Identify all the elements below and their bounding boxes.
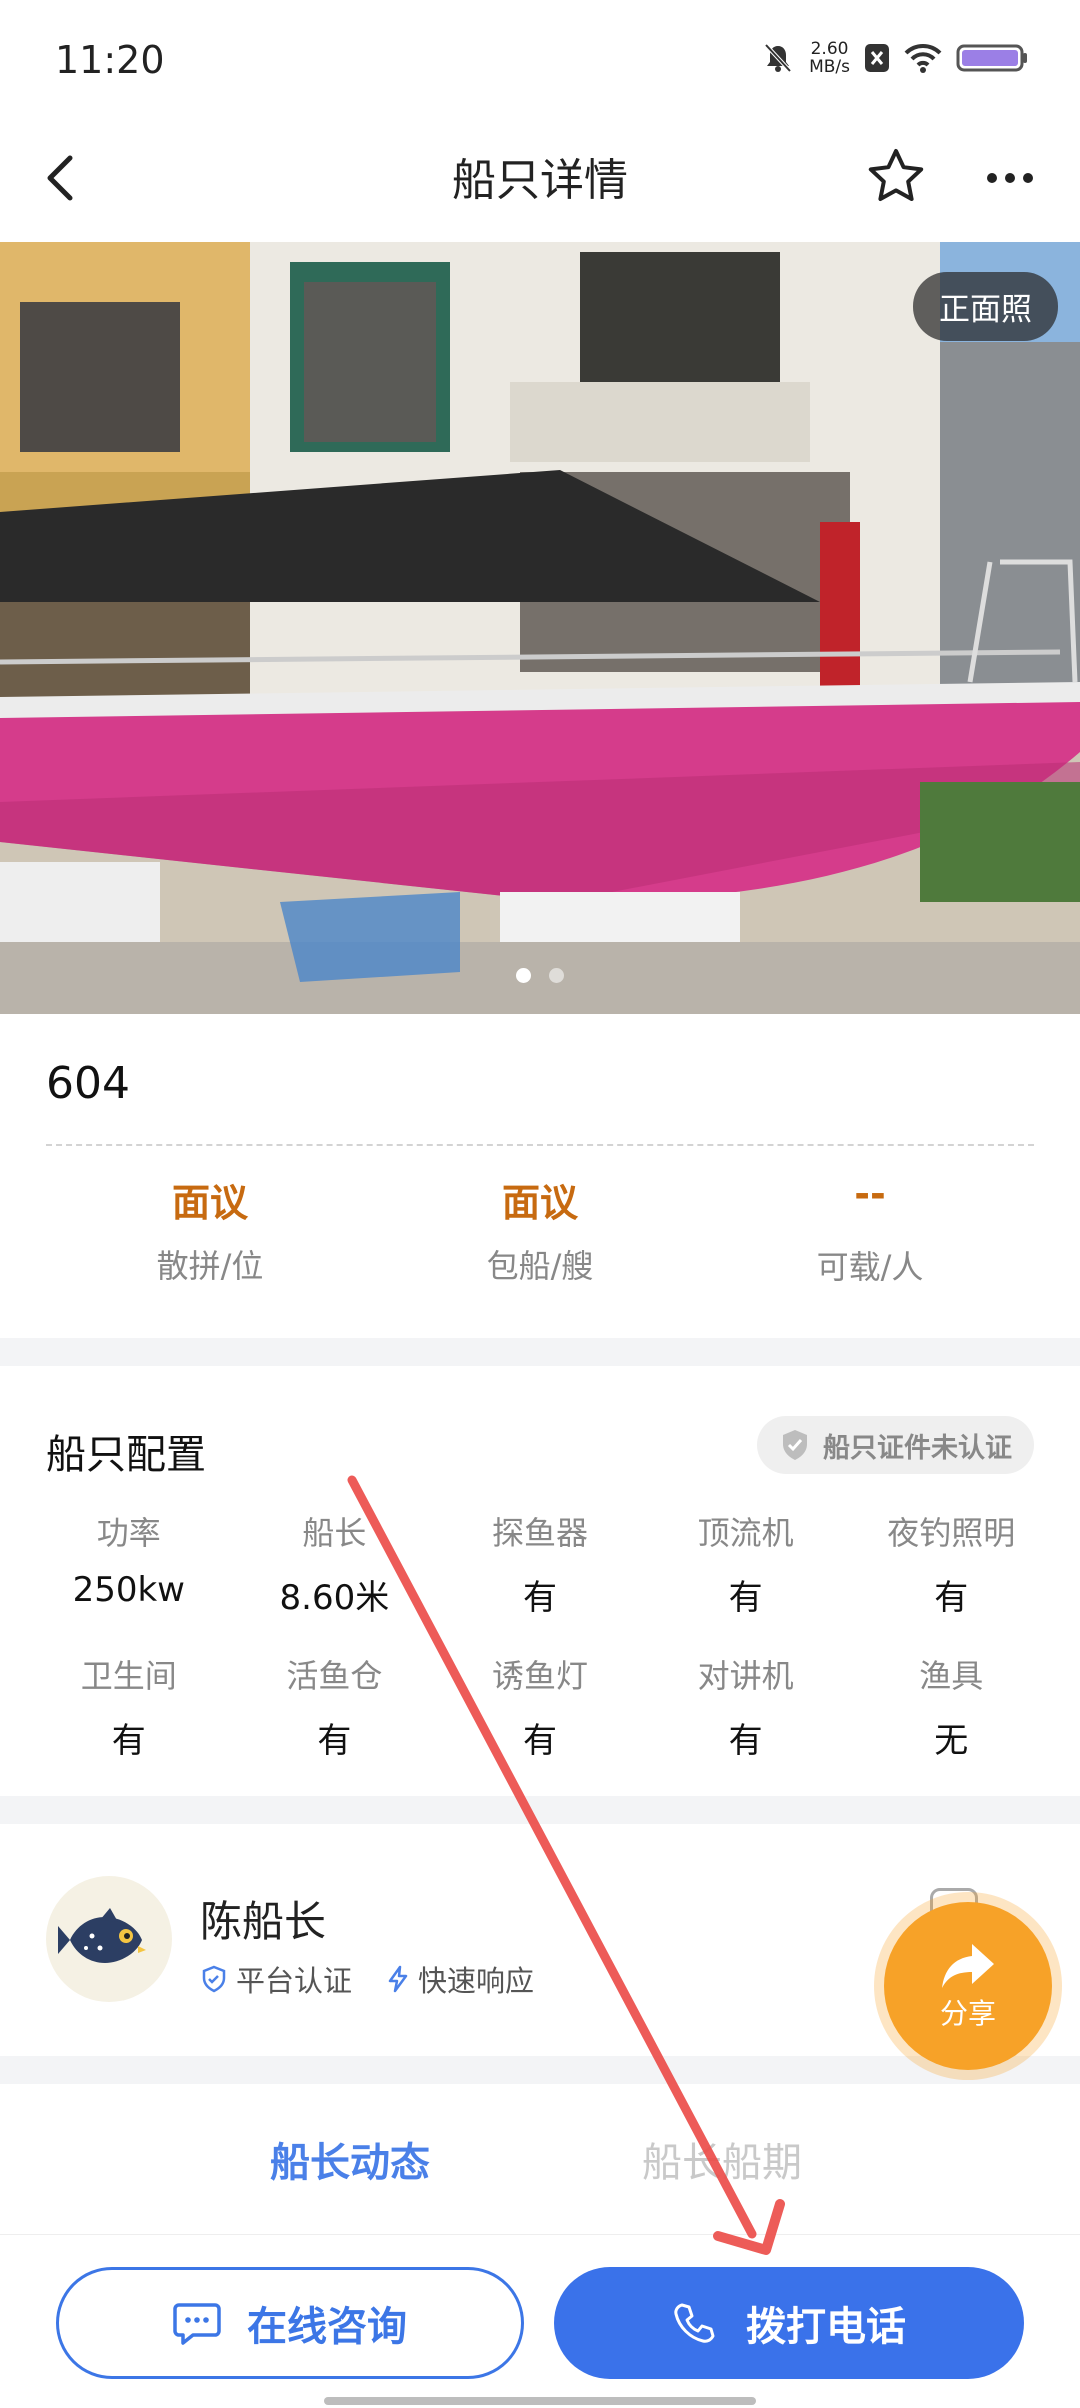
boat-name: 604	[46, 1058, 130, 1109]
spec-label: 夜钓照明	[887, 1514, 1016, 1552]
spec-label: 船长	[302, 1514, 367, 1552]
spec-fish-finder: 探鱼器有	[437, 1508, 643, 1619]
certificate-shield-icon	[783, 1430, 807, 1460]
carousel-indicator	[516, 968, 564, 983]
online-consult-label: 在线咨询	[247, 2304, 407, 2350]
speed-unit: MB/s	[809, 57, 850, 77]
boat-config-card: 船只配置 船只证件未认证 功率 250kw 船长 8.60米 探鱼器有 顶流机有 夜…	[0, 1366, 1080, 1796]
bottom-action-bar: 在线咨询 拨打电话	[0, 2234, 1080, 2408]
home-indicator[interactable]	[324, 2397, 756, 2405]
spec-value: 有	[728, 1721, 763, 1761]
status-bar: 11:20 2.60 MB/s	[0, 0, 1080, 120]
spec-power: 功率 250kw	[26, 1508, 232, 1619]
carousel-dot	[549, 968, 564, 983]
lightning-icon	[388, 1965, 408, 1993]
spec-label: 活鱼仓	[286, 1657, 383, 1695]
share-button[interactable]: 分享	[884, 1902, 1052, 2070]
fish-avatar-icon	[58, 1908, 146, 1963]
spec-value: 有	[728, 1578, 763, 1618]
shield-check-icon	[202, 1965, 226, 1993]
spec-fishing-gear: 渔具无	[848, 1651, 1054, 1762]
capacity: -- 可载/人	[700, 1172, 1040, 1288]
spec-value: 有	[317, 1721, 352, 1761]
price-shared: 面议 散拼/位	[40, 1172, 380, 1287]
boat-detail-page: 11:20 2.60 MB/s 船只详情 正面照 604 面议 散拼/位 面议 …	[0, 0, 1080, 2408]
favorite-star-icon[interactable]	[864, 145, 928, 209]
capacity-value: --	[854, 1172, 886, 1216]
spec-value: 有	[934, 1578, 969, 1618]
call-label: 拨打电话	[746, 2304, 906, 2350]
spec-grid: 功率 250kw 船长 8.60米 探鱼器有 顶流机有 夜钓照明有 卫生间有 活鱼仓…	[26, 1508, 1054, 1762]
spec-value: 8.60米	[279, 1578, 390, 1618]
fast-response-label: 快速响应	[418, 1964, 535, 1998]
captain-card[interactable]: 陈船长 平台认证 快速响应 分享	[0, 1824, 1080, 2070]
chat-bubble-icon	[173, 2303, 221, 2345]
spec-label: 诱鱼灯	[491, 1657, 588, 1695]
mute-bell-icon	[764, 43, 792, 73]
spec-value: 250kw	[72, 1570, 185, 1610]
spec-label: 渔具	[919, 1657, 984, 1695]
speed-value: 2.60	[810, 39, 849, 59]
spec-label: 探鱼器	[491, 1514, 588, 1552]
battery-icon	[956, 44, 1027, 72]
spec-current-engine: 顶流机有	[643, 1508, 849, 1619]
status-icons: 2.60 MB/s	[761, 40, 1028, 76]
spec-label: 功率	[96, 1514, 161, 1552]
status-time: 11:20	[55, 38, 165, 82]
price-label: 包船/艘	[486, 1247, 594, 1285]
cert-status-label: 船只证件未认证	[823, 1432, 1012, 1464]
boat-photo	[0, 242, 1080, 1014]
sim-disabled-icon	[865, 44, 889, 72]
price-charter: 面议 包船/艘	[370, 1172, 710, 1287]
photo-tag: 正面照	[913, 272, 1058, 341]
verified-tag: 平台认证	[200, 1958, 352, 2000]
tab-captain-posts[interactable]: 船长动态	[270, 2130, 430, 2188]
spec-toilet: 卫生间有	[26, 1651, 232, 1762]
carousel-dot-active	[516, 968, 531, 983]
spec-label: 对讲机	[697, 1657, 794, 1695]
spec-value: 有	[111, 1721, 146, 1761]
spec-value: 有	[522, 1578, 557, 1618]
call-button[interactable]: 拨打电话	[554, 2267, 1024, 2379]
dashed-divider	[46, 1144, 1034, 1146]
phone-icon	[674, 2303, 715, 2343]
nav-bar: 船只详情	[0, 120, 1080, 242]
avatar[interactable]	[46, 1876, 172, 2002]
spec-night-light: 夜钓照明有	[848, 1508, 1054, 1619]
boat-info-card: 604 面议 散拼/位 面议 包船/艘 -- 可载/人	[0, 1014, 1080, 1338]
price-label: 散拼/位	[156, 1247, 264, 1285]
capacity-label: 可载/人	[816, 1248, 924, 1286]
spec-live-well: 活鱼仓有	[232, 1651, 438, 1762]
captain-name: 陈船长	[200, 1897, 327, 1946]
boat-photo-carousel[interactable]: 正面照	[0, 242, 1080, 1014]
spec-value: 有	[522, 1721, 557, 1761]
more-options-icon[interactable]	[980, 148, 1040, 208]
online-consult-button[interactable]: 在线咨询	[56, 2267, 524, 2379]
share-arrow-icon	[942, 1944, 994, 1988]
spec-fish-lamp: 诱鱼灯有	[437, 1651, 643, 1762]
spec-walkie-talkie: 对讲机有	[643, 1651, 849, 1762]
price-value: 面议	[501, 1181, 578, 1225]
wifi-icon	[904, 43, 942, 73]
spec-label: 顶流机	[697, 1514, 794, 1552]
captain-tags: 平台认证 快速响应	[200, 1958, 534, 2000]
price-value: 面议	[171, 1181, 248, 1225]
config-title: 船只配置	[46, 1432, 206, 1478]
verified-label: 平台认证	[236, 1964, 353, 1998]
share-label: 分享	[939, 1997, 996, 2030]
network-speed: 2.60 MB/s	[809, 40, 850, 76]
spec-label: 卫生间	[80, 1657, 177, 1695]
spec-length: 船长 8.60米	[232, 1508, 438, 1619]
fast-response-tag: 快速响应	[386, 1958, 534, 2000]
spec-value: 无	[934, 1721, 969, 1761]
captain-tabs: 船长动态 船长船期	[0, 2084, 1080, 2234]
tab-captain-schedule[interactable]: 船长船期	[642, 2130, 802, 2188]
cert-status-badge: 船只证件未认证	[757, 1416, 1034, 1474]
